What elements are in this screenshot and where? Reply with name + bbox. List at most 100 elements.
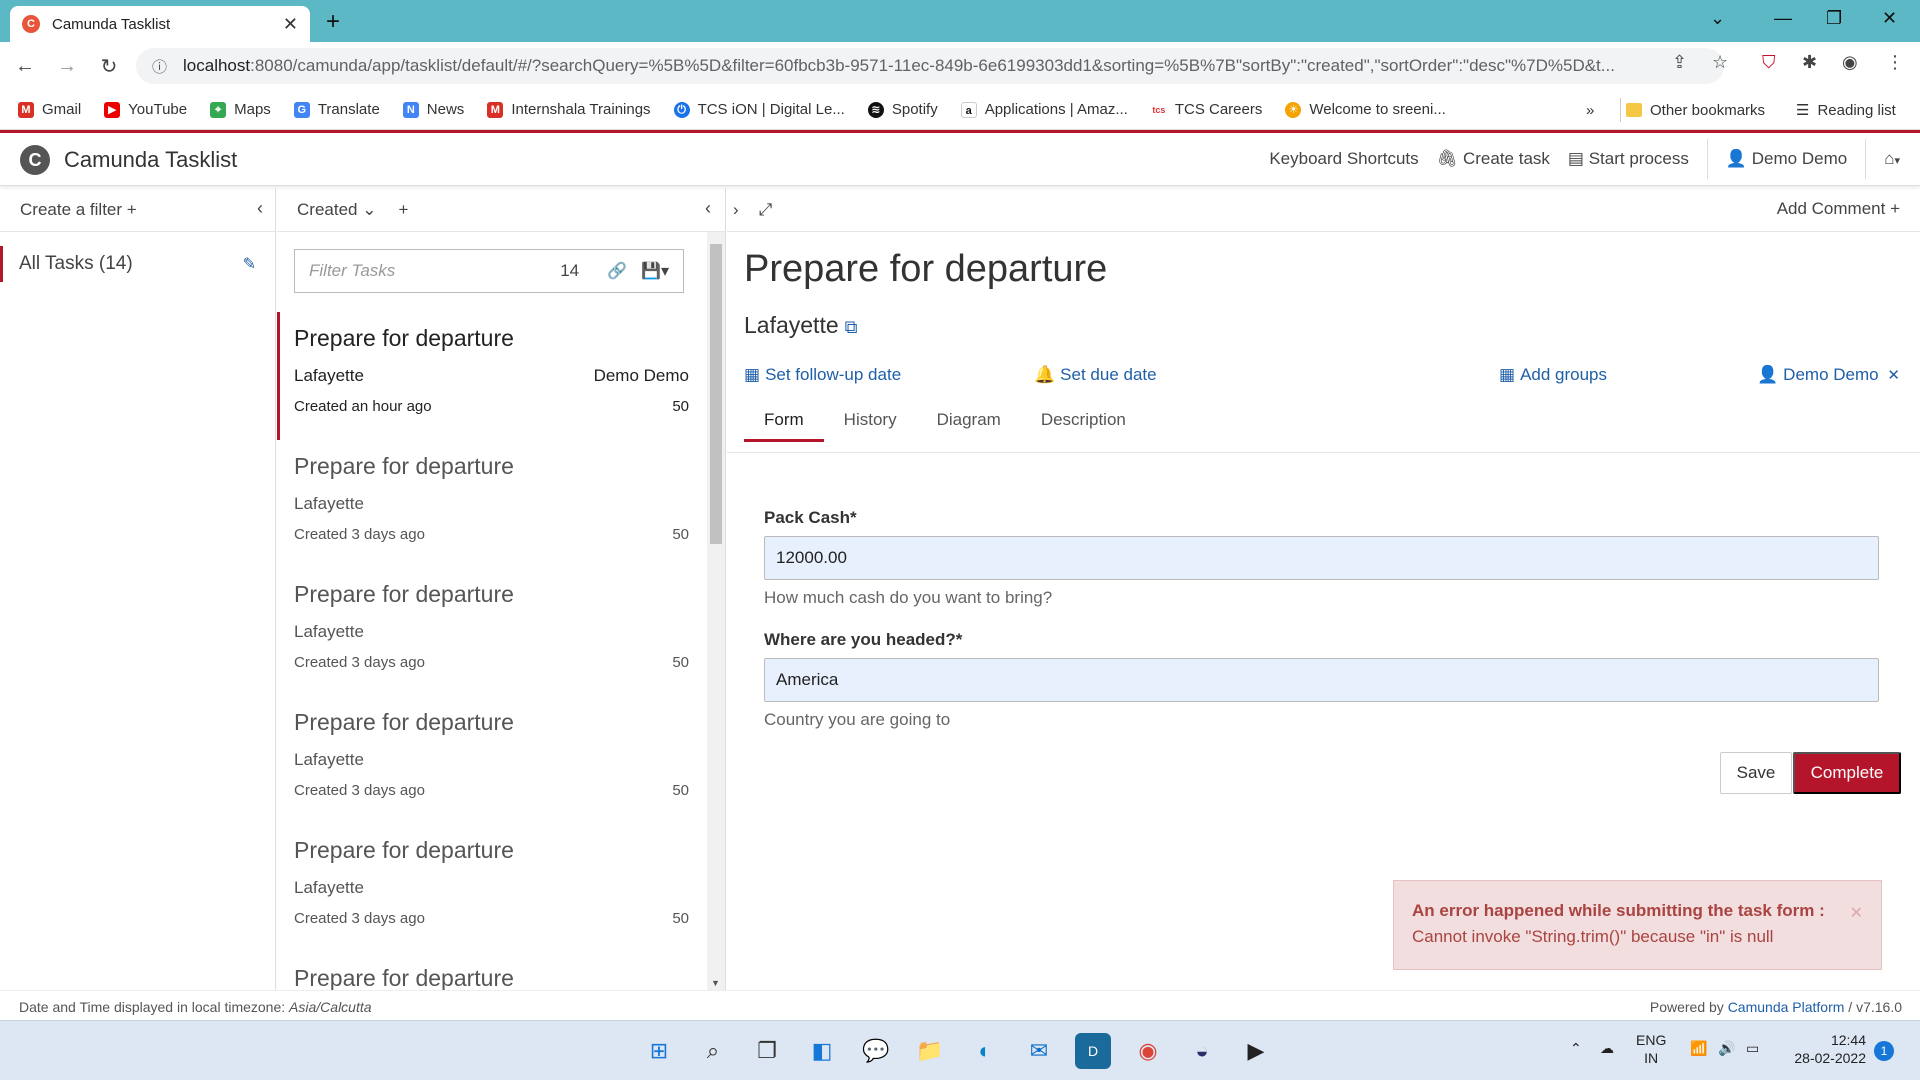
create-task-link[interactable]: 🖇 Create task	[1437, 149, 1550, 169]
bookmark-amazon[interactable]: a Applications | Amaz...	[960, 101, 1128, 118]
battery-icon[interactable]: ▭	[1746, 1039, 1759, 1057]
task-view-icon[interactable]: ❐	[749, 1033, 785, 1069]
lang-line-2: IN	[1644, 1050, 1659, 1066]
task-card[interactable]: Prepare for departure Lafayette Created …	[277, 824, 707, 952]
bookmark-news[interactable]: N News	[402, 101, 464, 118]
info-icon[interactable]: ⓘ	[152, 56, 167, 77]
task-card[interactable]: Prepare for departure Lafayette Created …	[277, 440, 707, 568]
tab-description[interactable]: Description	[1021, 398, 1146, 442]
profile-avatar-icon[interactable]: ◉	[1842, 52, 1858, 73]
window-close-button[interactable]: ✕	[1882, 8, 1897, 29]
complete-button[interactable]: Complete	[1793, 752, 1901, 794]
bookmark-star-icon[interactable]: ☆	[1712, 52, 1728, 73]
more-bookmarks-button[interactable]: »	[1586, 90, 1594, 130]
home-menu[interactable]: ⌂▾	[1884, 149, 1900, 169]
restore-button[interactable]: ❐	[1826, 8, 1842, 29]
assignee-button[interactable]: 👤 Demo Demo	[1757, 365, 1879, 385]
tab-diagram[interactable]: Diagram	[917, 398, 1021, 442]
task-card[interactable]: Prepare for departure Lafayette Demo Demo…	[277, 312, 707, 440]
language-indicator[interactable]: ENG IN	[1636, 1031, 1666, 1067]
link-icon[interactable]: 🔗	[607, 261, 627, 281]
edge-icon[interactable]: ◐	[967, 1033, 1003, 1069]
eclipse-icon[interactable]: ◒	[1184, 1033, 1220, 1069]
task-card[interactable]: Prepare for departure	[277, 952, 707, 990]
chevron-up-icon[interactable]: ⌃	[1570, 1039, 1582, 1057]
extension-shield-icon[interactable]: ⛉	[1762, 52, 1776, 73]
add-sort-button[interactable]: +	[398, 200, 408, 220]
bookmark-internshala[interactable]: M Internshala Trainings	[487, 101, 651, 118]
bookmark-tcs-careers[interactable]: tcs TCS Careers	[1150, 101, 1262, 118]
filter-item-all-tasks[interactable]: All Tasks (14) ✎	[0, 246, 276, 282]
task-card[interactable]: Prepare for departure Lafayette Created …	[277, 696, 707, 824]
menu-dots-icon[interactable]: ⋮	[1886, 52, 1904, 73]
external-link-icon[interactable]: ⧉	[845, 317, 858, 337]
back-button[interactable]: ←	[8, 55, 42, 78]
tab-form[interactable]: Form	[744, 398, 824, 442]
close-icon[interactable]: ✕	[283, 14, 298, 35]
expand-icon[interactable]: ⤢	[759, 200, 773, 220]
tab-history[interactable]: History	[824, 398, 917, 442]
share-icon[interactable]: ⇪	[1672, 52, 1687, 73]
bookmark-translate[interactable]: G Translate	[293, 101, 380, 118]
create-filter-link[interactable]: Create a filter +	[20, 200, 137, 220]
chevron-down-icon[interactable]: ⌄	[1710, 8, 1725, 29]
search-icon[interactable]: ⌕	[695, 1033, 731, 1069]
set-due-date-button[interactable]: 🔔 Set due date	[1034, 365, 1157, 385]
chevron-left-icon[interactable]: ‹	[257, 198, 263, 219]
widgets-icon[interactable]: ◧	[804, 1033, 840, 1069]
camunda-platform-link[interactable]: Camunda Platform	[1728, 999, 1845, 1015]
bookmark-tcs-ion[interactable]: ⏻ TCS iON | Digital Le...	[673, 101, 845, 118]
save-floppy-icon[interactable]: 💾▾	[641, 261, 669, 281]
forward-button[interactable]: →	[50, 55, 84, 78]
task-list-scrollbar[interactable]: ▼	[707, 232, 725, 990]
bookmark-welcome[interactable]: ☀ Welcome to sreeni...	[1285, 101, 1446, 118]
scrollbar-thumb[interactable]	[710, 244, 722, 544]
remove-assignee-icon[interactable]: ✕	[1887, 366, 1900, 384]
notification-badge[interactable]: 1	[1874, 1041, 1894, 1061]
file-explorer-icon[interactable]: 📁	[912, 1033, 948, 1069]
reading-list[interactable]: ☰ Reading list	[1796, 90, 1896, 130]
mail-icon[interactable]: ✉	[1021, 1033, 1057, 1069]
chevron-right-icon[interactable]: ›	[733, 200, 739, 220]
other-bookmarks[interactable]: Other bookmarks	[1626, 90, 1765, 130]
address-bar[interactable]: ⓘ localhost:8080/camunda/app/tasklist/de…	[136, 48, 1724, 84]
chevron-left-icon[interactable]: ‹	[705, 198, 711, 219]
bookmark-maps[interactable]: ⌖ Maps	[210, 101, 271, 118]
bookmark-youtube[interactable]: ▶ YouTube	[104, 101, 187, 118]
task-priority: 50	[672, 526, 689, 543]
process-link[interactable]: Lafayette ⧉	[744, 312, 858, 339]
close-icon[interactable]: ✕	[1850, 903, 1863, 923]
chrome-icon[interactable]: ◉	[1130, 1033, 1166, 1069]
add-groups-button[interactable]: ▦ Add groups	[1499, 365, 1607, 385]
set-follow-up-date-button[interactable]: ▦ Set follow-up date	[744, 365, 901, 385]
media-player-icon[interactable]: ▶	[1238, 1033, 1274, 1069]
reload-button[interactable]: ↻	[92, 54, 126, 79]
start-process-link[interactable]: ▤ Start process	[1568, 149, 1689, 169]
filter-tasks-input[interactable]: Filter Tasks 14 🔗 💾▾	[294, 249, 684, 293]
task-created: Created 3 days ago	[294, 654, 425, 671]
chat-icon[interactable]: 💬	[858, 1033, 894, 1069]
save-button[interactable]: Save	[1720, 752, 1792, 794]
dell-icon[interactable]: D	[1075, 1033, 1111, 1069]
bookmark-spotify[interactable]: ≋ Spotify	[867, 101, 938, 118]
windows-start-icon[interactable]: ⊞	[641, 1033, 677, 1069]
scroll-down-arrow-icon[interactable]: ▼	[711, 978, 720, 988]
keyboard-shortcuts-link[interactable]: Keyboard Shortcuts	[1269, 149, 1418, 169]
pencil-icon[interactable]: ✎	[243, 254, 256, 274]
sort-dropdown[interactable]: Created ⌄	[297, 200, 376, 220]
wifi-icon[interactable]: 📶	[1690, 1039, 1707, 1057]
minimize-button[interactable]: —	[1774, 8, 1792, 29]
user-menu[interactable]: 👤 Demo Demo	[1726, 149, 1847, 169]
add-comment-button[interactable]: Add Comment +	[1777, 199, 1900, 219]
pack-cash-input[interactable]: 12000.00	[764, 536, 1879, 580]
new-tab-button[interactable]: +	[326, 8, 340, 36]
error-message: Cannot invoke "String.trim()" because "i…	[1412, 927, 1774, 946]
browser-tab[interactable]: C Camunda Tasklist ✕	[10, 6, 310, 42]
extensions-puzzle-icon[interactable]: ✱	[1802, 52, 1817, 73]
destination-input[interactable]: America	[764, 658, 1879, 702]
onedrive-cloud-icon[interactable]: ☁	[1600, 1039, 1614, 1057]
volume-icon[interactable]: 🔊	[1718, 1039, 1735, 1057]
clock[interactable]: 12:44 28-02-2022	[1786, 1031, 1866, 1067]
bookmark-gmail[interactable]: M Gmail	[18, 101, 81, 118]
task-card[interactable]: Prepare for departure Lafayette Created …	[277, 568, 707, 696]
